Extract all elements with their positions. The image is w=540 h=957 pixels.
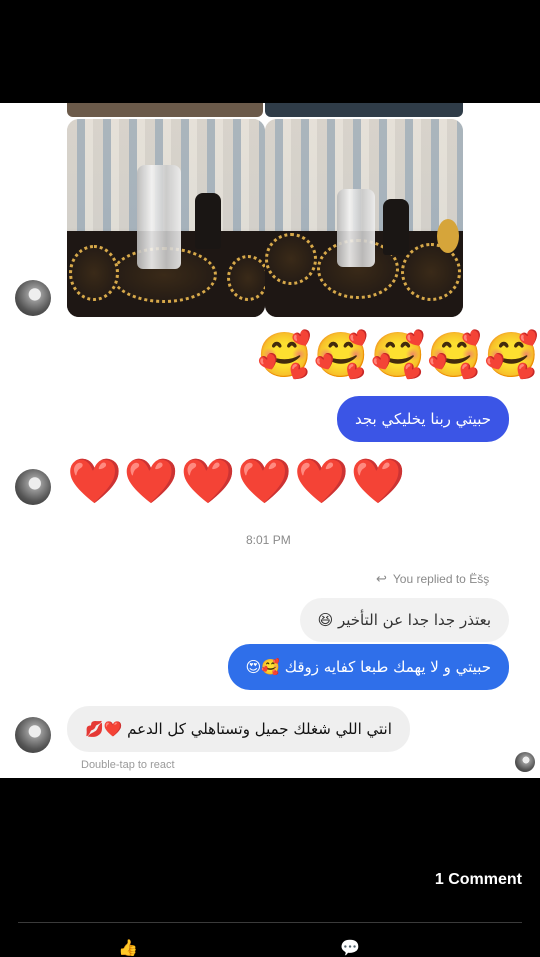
- sender-avatar[interactable]: [15, 469, 51, 505]
- comment-count[interactable]: 1 Comment: [435, 871, 522, 889]
- message-timestamp: 8:01 PM: [246, 533, 291, 547]
- photo-strip-cropped: [67, 103, 263, 117]
- photo-vase-2[interactable]: [265, 119, 463, 317]
- photo-vase-1[interactable]: [67, 119, 265, 317]
- seen-avatar: [515, 752, 535, 772]
- double-tap-hint: Double-tap to react: [81, 759, 175, 771]
- sender-avatar[interactable]: [15, 280, 51, 316]
- photo-strip-cropped: [265, 103, 463, 117]
- post-footer: 1 Comment 👍 💬: [0, 778, 540, 957]
- chat-thread: 🥰🥰🥰🥰🥰 حبيتي ربنا يخليكي بجد ❤️❤️❤️❤️❤️❤️…: [0, 103, 540, 778]
- sent-message-2[interactable]: حبيتي و لا يهمك طبعا كفايه زوقك 🥰😍: [227, 644, 509, 690]
- sent-message-1[interactable]: حبيتي ربنا يخليكي بجد: [336, 396, 509, 442]
- received-message-last[interactable]: انتي اللي شغلك جميل وتستاهلي كل الدعم ❤️…: [67, 706, 410, 752]
- emoji-message-hearts-face[interactable]: 🥰🥰🥰🥰🥰: [257, 332, 540, 380]
- quoted-message[interactable]: بعتذر جدا جدا عن التأخير 😆: [299, 598, 509, 642]
- reply-arrow-icon: ↩: [376, 571, 387, 586]
- emoji-message-hearts[interactable]: ❤️❤️❤️❤️❤️❤️: [67, 458, 408, 506]
- footer-divider: [18, 922, 522, 923]
- reply-label: ↩ You replied to Ëšş: [376, 571, 489, 587]
- reply-label-text: You replied to Ëšş: [392, 572, 490, 586]
- sender-avatar[interactable]: [15, 717, 51, 753]
